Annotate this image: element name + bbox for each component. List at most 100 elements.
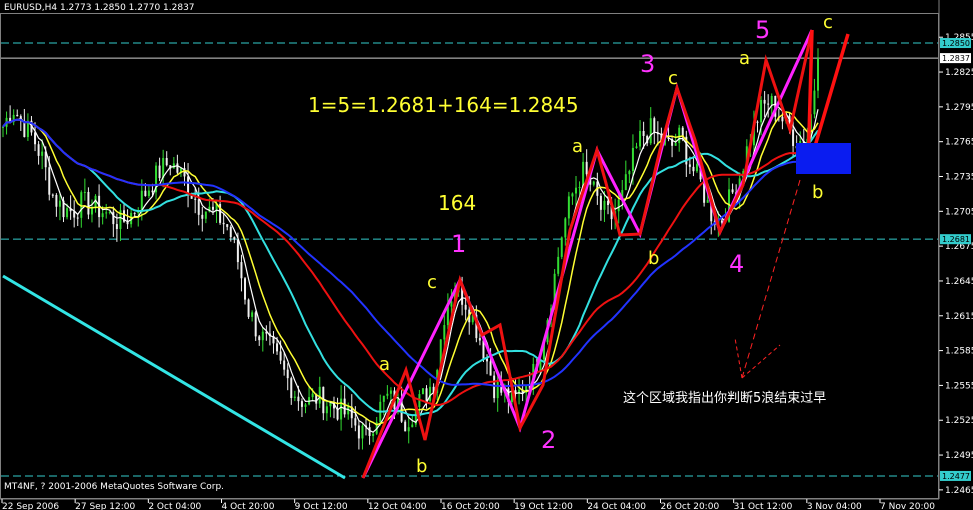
price-chart[interactable]: EURUSD,H4 1.2773 1.2850 1.2770 1.2837 MT… — [0, 0, 973, 510]
candle-body — [564, 218, 567, 238]
time-tick-label: 12 Oct 04:00 — [368, 502, 427, 510]
candle-body — [66, 208, 69, 218]
candle-body — [560, 237, 563, 257]
candle-body — [695, 164, 698, 172]
candle-body — [404, 421, 407, 432]
candle-body — [354, 418, 357, 426]
candle-body — [443, 325, 446, 340]
price-tick-label: 1.2765 — [945, 138, 973, 148]
candle-body — [51, 194, 54, 196]
candle-body — [411, 424, 414, 428]
time-tick-label: 2 Oct 04:00 — [148, 502, 201, 510]
wave-b-label-3: b — [648, 248, 659, 269]
candle-body — [706, 199, 709, 203]
candle-body — [318, 386, 321, 404]
price-tick-label: 1.2585 — [945, 347, 973, 357]
ma-cyan[interactable] — [2, 118, 819, 417]
candle-body — [603, 200, 606, 210]
candle-body — [115, 224, 118, 230]
pip-count-label: 164 — [438, 191, 476, 215]
candle-body — [692, 166, 695, 172]
wave-2-label: 2 — [541, 426, 556, 454]
candle-body — [720, 220, 723, 223]
candle-body — [386, 393, 389, 396]
time-axis: 22 Sep 2006 27 Sep 12:00 2 Oct 04:00 4 Oct … — [1, 499, 935, 510]
candle-body — [813, 90, 816, 115]
candle-body — [147, 190, 150, 196]
candle-body — [674, 143, 677, 146]
candle-body — [770, 95, 773, 105]
candle-body — [204, 211, 207, 219]
candle-body — [478, 338, 481, 341]
price-label-text: 1.2850 — [942, 39, 970, 48]
candle-body — [247, 299, 250, 317]
target-zone-rect[interactable] — [796, 143, 851, 174]
candle-body — [279, 351, 282, 361]
ma-blue[interactable] — [2, 118, 819, 388]
candle-body — [37, 144, 40, 156]
candle-body — [678, 127, 681, 144]
candle-body — [574, 187, 577, 194]
candle-body — [236, 239, 239, 263]
wave-c-label-1: c — [427, 272, 437, 293]
wave-b-label-1: b — [416, 456, 427, 477]
candle-body — [578, 186, 581, 188]
price-tick-label: 1.2705 — [945, 207, 973, 217]
candle-body — [635, 146, 638, 148]
candle-body — [582, 161, 585, 187]
symbol-info: EURUSD,H4 1.2773 1.2850 1.2770 1.2837 — [4, 3, 195, 13]
price-label-text: 1.2681 — [942, 235, 970, 244]
candle-body — [781, 116, 784, 122]
chart-window[interactable]: EURUSD,H4 1.2773 1.2850 1.2770 1.2837 MT… — [0, 0, 973, 510]
candle-body — [496, 381, 499, 399]
wave-c-label-top: c — [823, 12, 833, 33]
price-tick-label: 1.2525 — [945, 416, 973, 426]
candle-body — [48, 167, 51, 195]
candle-body — [325, 406, 328, 414]
plot-frame — [0, 13, 939, 499]
candle-body — [254, 312, 257, 337]
candle-body — [760, 99, 763, 123]
candle-body — [628, 171, 631, 175]
candle-body — [293, 396, 296, 398]
candle-body — [357, 425, 360, 439]
price-tick-label: 1.2795 — [945, 103, 973, 113]
price-tick-label: 1.2465 — [945, 486, 973, 496]
price-tick-label: 1.2825 — [945, 68, 973, 78]
candle-body — [283, 360, 286, 370]
candle-body — [389, 390, 392, 394]
candle-body — [176, 163, 179, 173]
candle-body — [756, 121, 759, 123]
candle-body — [158, 165, 161, 179]
wave-5-label: 5 — [755, 16, 770, 44]
time-tick-label: 4 Oct 20:00 — [222, 502, 275, 510]
time-tick-label: 3 Nov 04:00 — [807, 502, 862, 510]
candle-body — [567, 196, 570, 219]
candle-body — [197, 199, 200, 215]
candle-body — [276, 343, 279, 352]
candle-body — [290, 378, 293, 398]
price-tick-label: 1.2645 — [945, 277, 973, 287]
wave-a-label-3: a — [572, 136, 583, 157]
candle-body — [361, 425, 364, 439]
wave-a-label-1: a — [379, 354, 390, 375]
candle-body — [286, 369, 289, 379]
time-tick-label: 24 Oct 04:00 — [587, 502, 646, 510]
candle-body — [599, 195, 602, 210]
candle-body — [653, 118, 656, 133]
price-axis: 1.28551.28251.27951.27651.27351.27051.26… — [939, 33, 973, 496]
arrow-head-2 — [741, 344, 781, 379]
wave-3-label: 3 — [640, 50, 655, 78]
candle-body — [642, 131, 645, 137]
candle-body — [297, 396, 300, 402]
candle-body — [767, 103, 770, 105]
candle-body — [425, 388, 428, 401]
arrow-line-1 — [741, 179, 801, 379]
candle-body — [76, 217, 79, 219]
ma-red[interactable] — [2, 118, 819, 407]
price-tick-label: 1.2555 — [945, 381, 973, 391]
price-label-text: 1.2477 — [942, 472, 970, 481]
price-tick-label: 1.2735 — [945, 172, 973, 182]
candle-body — [222, 222, 225, 225]
wave-1-label: 1 — [451, 230, 466, 258]
